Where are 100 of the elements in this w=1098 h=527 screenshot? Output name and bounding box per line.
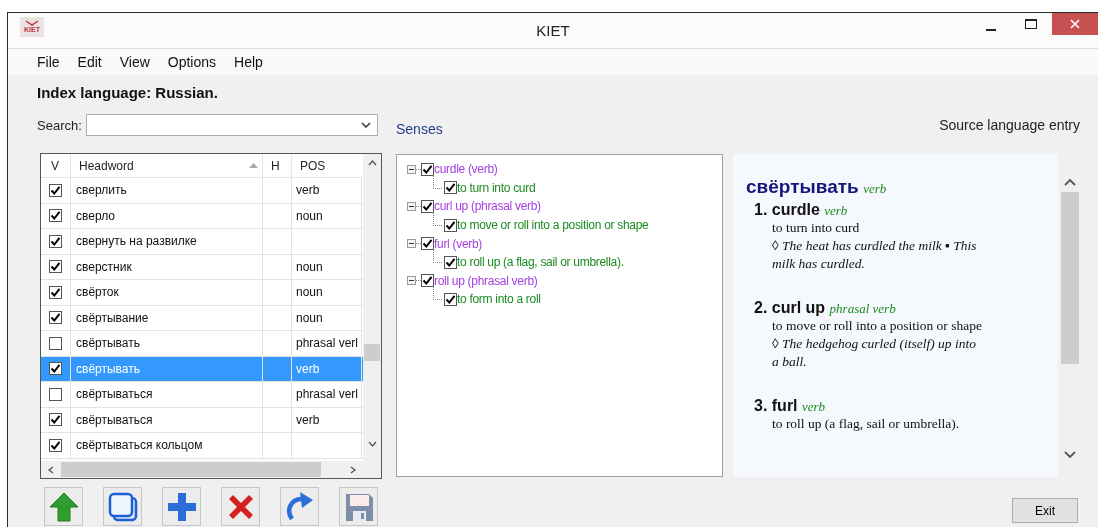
checkbox[interactable] xyxy=(49,234,62,248)
checkbox[interactable] xyxy=(444,181,457,195)
checkbox[interactable] xyxy=(444,292,457,306)
part-of-speech: verb xyxy=(802,399,826,414)
definition-text: to move or roll into a position or shape xyxy=(771,317,983,335)
part-of-speech: verb xyxy=(824,203,848,218)
table-row[interactable]: свёртывать phrasal verl xyxy=(41,331,363,357)
table-row[interactable]: свёртывание noun xyxy=(41,305,363,331)
table-row[interactable]: свёртываться phrasal verl xyxy=(41,382,363,408)
sort-arrow-icon xyxy=(249,163,258,168)
table-cell: verb xyxy=(296,361,320,376)
dropdown-chevron-icon xyxy=(361,122,371,128)
checkbox[interactable] xyxy=(49,260,62,274)
move-up-button[interactable] xyxy=(44,487,83,526)
column-header[interactable]: V xyxy=(41,154,71,177)
plus-icon xyxy=(165,490,198,523)
checkbox[interactable] xyxy=(49,387,62,401)
collapse-toggle[interactable] xyxy=(407,276,416,286)
scrollbar-thumb[interactable] xyxy=(61,462,321,477)
save-button[interactable] xyxy=(339,487,378,526)
table-cell: свёртывание xyxy=(76,310,149,325)
tree-item[interactable]: furl (verb) xyxy=(434,236,483,251)
copy-button[interactable] xyxy=(103,487,142,526)
collapse-toggle[interactable] xyxy=(407,202,416,211)
index-language-label: Index language: Russian. xyxy=(37,83,219,103)
menu-item[interactable]: Options xyxy=(160,54,224,70)
add-button[interactable] xyxy=(162,487,201,526)
column-header[interactable]: H xyxy=(263,154,292,177)
source-entry-label: Source language entry xyxy=(938,116,1081,135)
table-cell: свёртываться xyxy=(76,412,153,427)
close-icon xyxy=(1070,19,1080,29)
menu-item[interactable]: File xyxy=(30,54,67,70)
scrollbar-thumb[interactable] xyxy=(1061,192,1079,364)
table-cell: noun xyxy=(296,310,323,325)
tree-item[interactable]: to turn into curd xyxy=(457,180,536,195)
redo-button[interactable] xyxy=(280,487,319,526)
checkbox[interactable] xyxy=(421,162,434,176)
table-cell: phrasal verl xyxy=(296,387,359,402)
checkbox[interactable] xyxy=(49,438,62,452)
table-cell: verb xyxy=(296,412,320,427)
checkbox[interactable] xyxy=(444,255,457,269)
menu-item[interactable]: Edit xyxy=(70,54,109,70)
definition-text: to turn into curd xyxy=(771,219,861,237)
scroll-down-icon xyxy=(367,440,377,448)
checkbox[interactable] xyxy=(421,200,434,213)
checkbox[interactable] xyxy=(421,274,434,288)
checkbox[interactable] xyxy=(49,413,62,427)
column-header[interactable]: POS xyxy=(292,154,362,177)
table-row[interactable]: свёртываться кольцом xyxy=(41,433,363,459)
checkbox[interactable] xyxy=(49,362,62,376)
tree-item[interactable]: to roll up (a flag, sail or umbrella). xyxy=(457,255,624,270)
maximize-icon xyxy=(1025,19,1037,29)
checkbox[interactable] xyxy=(421,237,434,251)
sense-heading: 2. curl up xyxy=(754,299,826,316)
definition-text: to roll up (a flag, sail or umbrella). xyxy=(771,415,961,433)
scrollbar-thumb[interactable] xyxy=(364,344,380,361)
delete-button[interactable] xyxy=(221,487,260,526)
tree-item[interactable]: to move or roll into a position or shape xyxy=(457,218,649,233)
menu-item[interactable]: View xyxy=(112,54,157,70)
exit-button[interactable]: Exit xyxy=(1012,498,1078,523)
table-cell: свёртываться xyxy=(76,387,153,402)
tree-item[interactable]: curl up (phrasal verb) xyxy=(434,199,541,214)
table-row[interactable]: сверло noun xyxy=(41,203,363,229)
scroll-up-icon xyxy=(367,159,377,167)
table-cell: свёртывать xyxy=(76,361,140,376)
checkbox[interactable] xyxy=(49,311,62,325)
table-row[interactable]: свёрток noun xyxy=(41,280,363,306)
part-of-speech: verb xyxy=(863,181,887,196)
column-header[interactable]: Headword xyxy=(71,154,263,177)
collapse-toggle[interactable] xyxy=(407,239,416,249)
table-row[interactable]: сверстник noun xyxy=(41,254,363,280)
table-cell: verb xyxy=(296,183,320,198)
checkbox[interactable] xyxy=(49,183,62,197)
menu-item[interactable]: Help xyxy=(227,54,270,70)
chevron-logo-icon xyxy=(25,20,39,26)
tree-item[interactable]: curdle (verb) xyxy=(434,162,498,177)
checkbox[interactable] xyxy=(49,336,62,350)
senses-label: Senses xyxy=(396,120,444,136)
checkbox[interactable] xyxy=(444,218,457,232)
vertical-scrollbar[interactable] xyxy=(363,154,381,478)
search-label: Search: xyxy=(37,117,83,133)
checkbox[interactable] xyxy=(49,209,62,223)
search-field[interactable] xyxy=(86,114,378,136)
entry-headword: свёртывать xyxy=(746,176,859,197)
tree-item[interactable]: roll up (phrasal verb) xyxy=(434,273,538,288)
table-row[interactable]: свернуть на развилке xyxy=(41,229,363,255)
table-row[interactable]: сверлить verb xyxy=(41,178,363,204)
table-cell: сверло xyxy=(76,208,115,223)
tree-item[interactable]: to form into a roll xyxy=(457,292,541,307)
collapse-toggle[interactable] xyxy=(407,164,416,174)
part-of-speech: phrasal verb xyxy=(829,301,896,316)
scroll-right-icon xyxy=(349,465,357,474)
window-title: KIET xyxy=(536,22,570,39)
example-text: ◊ The hedgehog curled (itself) up into a ball. xyxy=(771,335,977,371)
table-cell: noun xyxy=(296,208,323,223)
horizontal-scrollbar[interactable] xyxy=(41,461,363,478)
table-cell: сверлить xyxy=(76,183,127,198)
checkbox[interactable] xyxy=(49,285,62,299)
table-cell: свёртывать xyxy=(76,336,140,351)
table-row[interactable]: свёртываться verb xyxy=(41,407,363,433)
